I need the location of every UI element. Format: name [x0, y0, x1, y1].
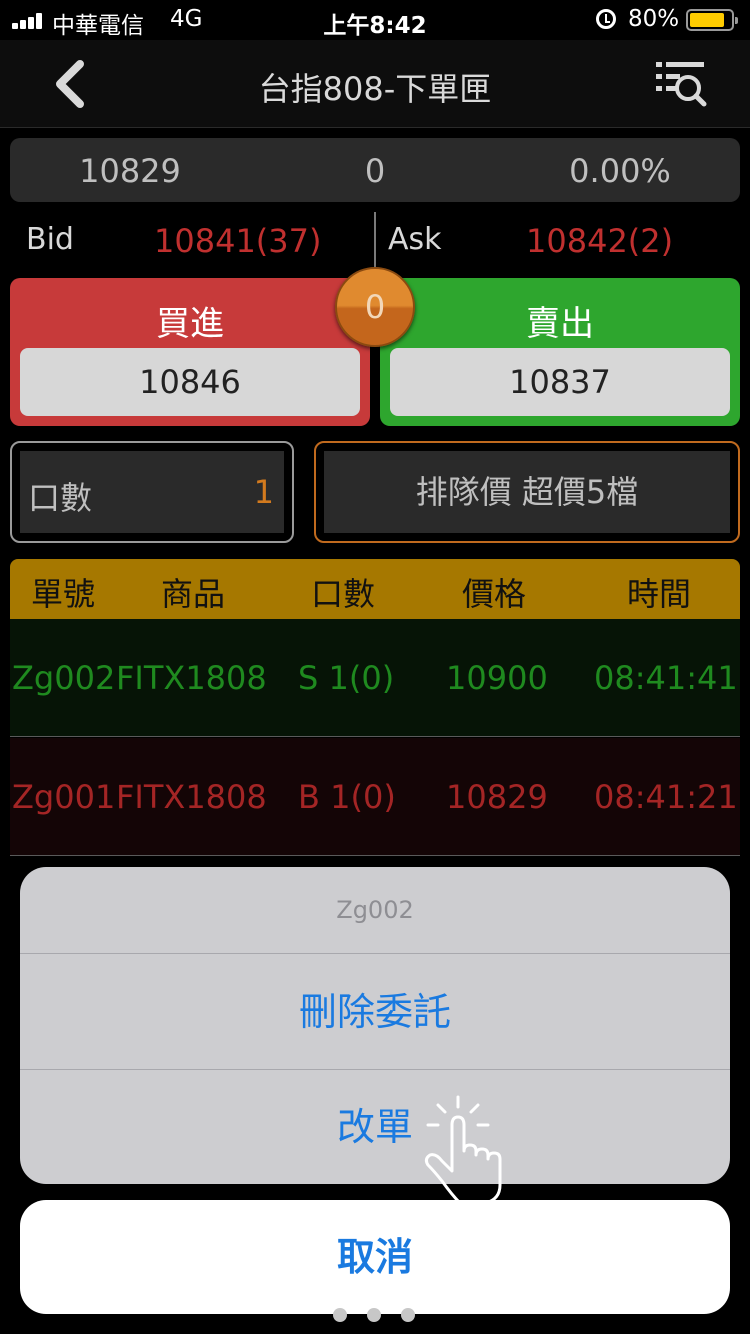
search-filter-button[interactable]: [652, 58, 712, 110]
position-badge[interactable]: 0: [335, 267, 415, 347]
order-id: Zg001: [12, 778, 116, 816]
price-change-pct: 0.00%: [569, 152, 671, 190]
order-qty: B 1(0): [298, 778, 396, 816]
list-search-icon: [656, 62, 707, 107]
column-header: 口數: [310, 575, 375, 613]
battery-percent: 80%: [628, 6, 680, 32]
orders-table-header: 單號 商品 口數 價格 時間: [10, 559, 740, 619]
order-type-selector[interactable]: 排隊價 超價5檔: [314, 441, 740, 543]
order-qty: S 1(0): [298, 659, 395, 697]
order-product: FITX1808: [116, 778, 267, 816]
action-sheet: Zg002 刪除委託 改單: [20, 867, 730, 1184]
order-time: 08:41:41: [594, 659, 738, 697]
quantity-value: 1: [253, 473, 274, 511]
sell-price: 10837: [390, 348, 730, 416]
bid-value: 10841(37): [154, 222, 322, 260]
quantity-field[interactable]: 口數 1: [10, 441, 294, 543]
cancel-button[interactable]: 取消: [20, 1200, 730, 1314]
price-change: 0: [364, 152, 386, 190]
order-type-value: 排隊價 超價5檔: [324, 451, 730, 533]
column-header: 時間: [626, 575, 691, 613]
modify-order-button[interactable]: 改單: [20, 1070, 730, 1184]
buy-price: 10846: [20, 348, 360, 416]
order-price: 10900: [446, 659, 548, 697]
page-title: 台指808-下單匣: [258, 70, 492, 108]
alarm-icon: [596, 9, 616, 29]
order-time: 08:41:21: [594, 778, 738, 816]
order-id: Zg002: [12, 659, 116, 697]
table-row[interactable]: Zg002 FITX1808 S 1(0) 10900 08:41:41: [10, 619, 740, 737]
bid-ask-divider: [374, 212, 376, 274]
table-row[interactable]: Zg001 FITX1808 B 1(0) 10829 08:41:21: [10, 738, 740, 856]
delete-order-button[interactable]: 刪除委託: [20, 955, 730, 1070]
sell-button[interactable]: 賣出 10837: [380, 278, 740, 426]
buy-label: 買進: [156, 304, 224, 344]
column-header: 單號: [30, 575, 95, 613]
tap-hand-icon: [418, 1095, 518, 1205]
column-header: 價格: [461, 575, 526, 613]
ask-label: Ask: [388, 222, 442, 257]
order-product: FITX1808: [116, 659, 267, 697]
sell-label: 賣出: [526, 304, 594, 344]
bid-label: Bid: [26, 222, 74, 257]
nav-bar: 台指808-下單匣: [0, 40, 750, 128]
quantity-label: 口數: [28, 479, 93, 517]
ask-value: 10842(2): [526, 222, 674, 260]
quote-summary: 10829 0 0.00%: [10, 138, 740, 202]
battery-icon: [686, 9, 738, 31]
status-bar: 中華電信 4G 上午8:42 80%: [0, 0, 750, 40]
order-price: 10829: [446, 778, 548, 816]
page-indicator: [333, 1308, 423, 1328]
bid-ask-row: Bid 10841(37) Ask 10842(2): [0, 208, 750, 274]
buy-button[interactable]: 買進 10846: [10, 278, 370, 426]
last-price: 10829: [79, 152, 181, 190]
action-sheet-title: Zg002: [20, 867, 730, 954]
column-header: 商品: [160, 575, 225, 613]
